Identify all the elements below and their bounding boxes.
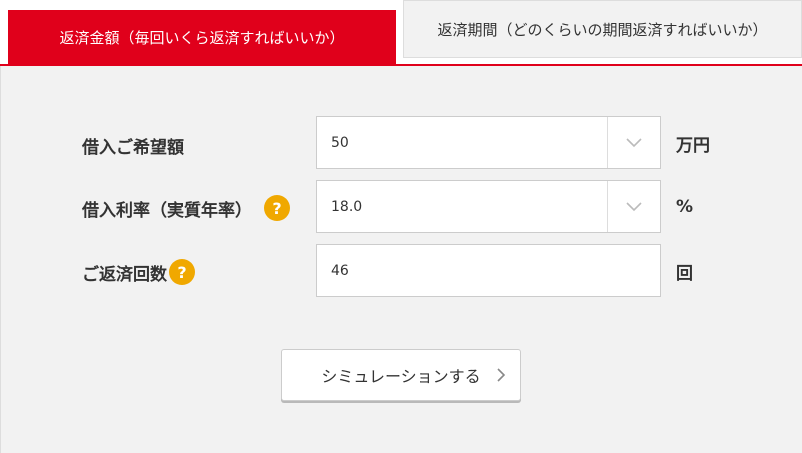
repayment-count-unit: 回 bbox=[676, 263, 693, 284]
help-icon[interactable]: ? bbox=[169, 259, 195, 285]
chevron-right-icon bbox=[496, 367, 506, 387]
help-icon[interactable]: ? bbox=[264, 195, 290, 221]
interest-rate-label-text: 借入利率（実質年率） bbox=[82, 200, 252, 221]
interest-rate-value: 18.0 bbox=[331, 198, 363, 215]
tab-repayment-amount[interactable]: 返済金額（毎回いくら返済すればいいか） bbox=[8, 10, 396, 64]
loan-amount-label-text: 借入ご希望額 bbox=[82, 137, 184, 158]
loan-amount-select[interactable]: 50 bbox=[316, 116, 661, 169]
interest-rate-select[interactable]: 18.0 bbox=[316, 180, 661, 233]
simulate-button-label: シミュレーションする bbox=[321, 367, 481, 386]
repayment-count-value[interactable]: 46 bbox=[317, 263, 660, 279]
loan-amount-unit: 万円 bbox=[676, 135, 710, 156]
interest-rate-unit: % bbox=[676, 197, 694, 217]
loan-amount-label: 借入ご希望額 bbox=[82, 130, 184, 160]
repayment-count-label-text: ご返済回数 bbox=[82, 264, 167, 285]
loan-amount-value: 50 bbox=[331, 134, 349, 151]
tab-repayment-period[interactable]: 返済期間（どのくらいの期間返済すればいいか） bbox=[403, 0, 802, 58]
tab-bar: 返済金額（毎回いくら返済すればいいか） 返済期間（どのくらいの期間返済すればいい… bbox=[0, 0, 802, 66]
interest-rate-label: 借入利率（実質年率） ? bbox=[82, 193, 290, 223]
simulate-button[interactable]: シミュレーションする bbox=[281, 349, 521, 401]
chevron-down-icon[interactable] bbox=[607, 117, 660, 168]
repayment-count-input[interactable]: 46 bbox=[316, 244, 661, 297]
chevron-down-icon[interactable] bbox=[607, 181, 660, 232]
repayment-count-label: ご返済回数 ? bbox=[82, 257, 195, 287]
